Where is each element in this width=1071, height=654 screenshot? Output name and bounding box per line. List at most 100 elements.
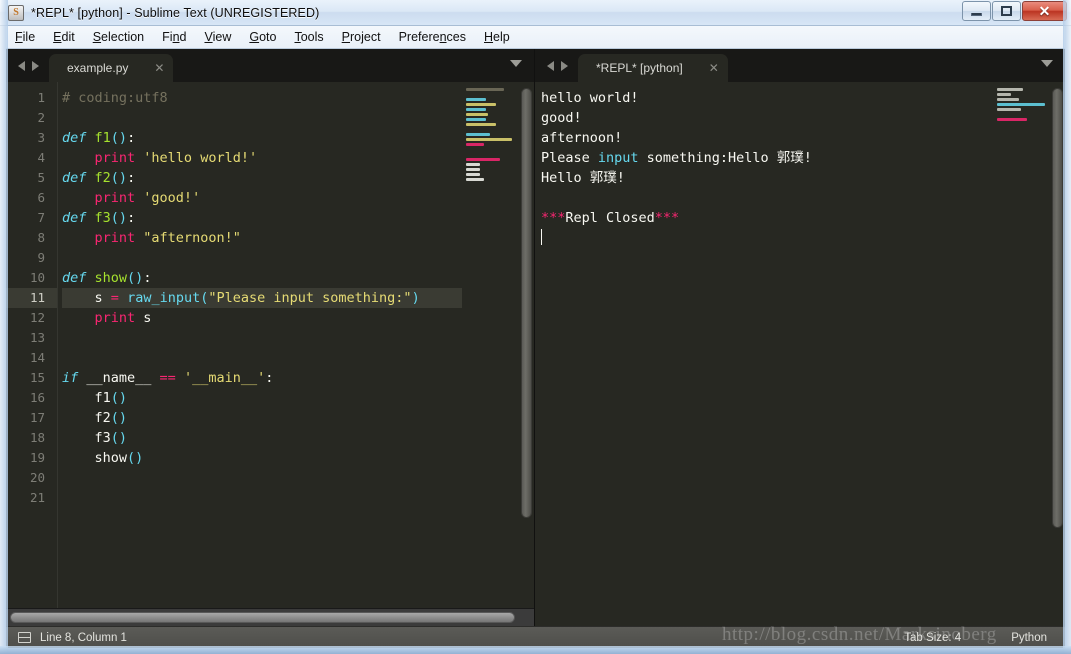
code-token: def bbox=[62, 210, 87, 226]
menu-item-help[interactable]: Help bbox=[475, 27, 519, 48]
menu-item-selection[interactable]: Selection bbox=[84, 27, 153, 48]
line-number: 9 bbox=[37, 250, 45, 265]
horizontal-scrollbar-left[interactable] bbox=[6, 608, 534, 626]
repl-line: ***Repl Closed*** bbox=[541, 208, 993, 228]
tab-list-dropdown-icon[interactable] bbox=[510, 60, 522, 67]
code-token: : bbox=[143, 270, 152, 286]
code-line: def f1(): bbox=[62, 128, 462, 148]
repl-output-area[interactable]: hello world! good! afternoon! Please input … bbox=[535, 82, 993, 626]
scrollbar-thumb[interactable] bbox=[10, 612, 515, 623]
repl-line: Please input something:Hello 郭璞! bbox=[541, 148, 993, 168]
tab-close-icon[interactable]: ✕ bbox=[683, 62, 719, 74]
minimap-line bbox=[466, 143, 484, 146]
line-number: 8 bbox=[37, 230, 45, 245]
code-token: () bbox=[127, 270, 144, 286]
pane-left: example.py ✕ 1 2 3 4 5 6 7 8 9 10 11 12 13 14 15 16 17 18… bbox=[6, 49, 535, 626]
repl-token: something:Hello 郭璞! bbox=[638, 150, 812, 166]
menu-item-goto[interactable]: Goto bbox=[240, 27, 285, 48]
editor-body-left: 1 2 3 4 5 6 7 8 9 10 11 12 13 14 15 16 17 18 19 20 21 # codi… bbox=[6, 82, 534, 608]
tab-close-icon[interactable]: ✕ bbox=[128, 62, 164, 74]
line-number: 2 bbox=[37, 110, 45, 125]
repl-token: Hello 郭璞! bbox=[541, 170, 625, 186]
code-line: f2() bbox=[62, 408, 462, 428]
line-number: 7 bbox=[37, 210, 45, 225]
minimap-line bbox=[466, 158, 500, 161]
vertical-scrollbar-left[interactable] bbox=[518, 82, 534, 608]
panel-toggle-icon[interactable] bbox=[18, 632, 31, 643]
tab-nav-left[interactable] bbox=[6, 49, 49, 82]
scrollbar-thumb[interactable] bbox=[520, 88, 532, 518]
application-window: *REPL* [python] - Sublime Text (UNREGIST… bbox=[0, 0, 1071, 654]
menu-item-file[interactable]: File bbox=[6, 27, 44, 48]
window-frame-left bbox=[0, 0, 8, 654]
maximize-button[interactable] bbox=[992, 1, 1021, 21]
minimap-line bbox=[466, 118, 486, 121]
code-token: f1 bbox=[62, 390, 111, 406]
repl-line: afternoon! bbox=[541, 128, 993, 148]
syntax-label[interactable]: Python bbox=[1011, 632, 1047, 644]
code-line: print 'hello world!' bbox=[62, 148, 462, 168]
menu-item-view[interactable]: View bbox=[195, 27, 240, 48]
code-text-area[interactable]: # coding:utf8 def f1(): print 'hello wor… bbox=[54, 82, 462, 608]
code-token: ) bbox=[411, 290, 420, 306]
tab-scroll-right-icon[interactable] bbox=[32, 60, 39, 71]
tab-size-label[interactable]: Tab Size: 4 bbox=[904, 632, 961, 644]
tab-nav-right[interactable] bbox=[535, 49, 578, 82]
close-button[interactable]: ✕ bbox=[1022, 1, 1067, 21]
minimap-line bbox=[466, 168, 480, 171]
minimap-line bbox=[997, 118, 1027, 121]
code-token: f2 bbox=[62, 410, 111, 426]
line-number: 3 bbox=[37, 130, 45, 145]
tab-scroll-left-icon[interactable] bbox=[547, 60, 554, 71]
window-frame-bottom bbox=[0, 646, 1071, 654]
scrollbar-thumb[interactable] bbox=[1051, 88, 1063, 528]
minimize-button[interactable] bbox=[962, 1, 991, 21]
tab-repl-python[interactable]: *REPL* [python] ✕ bbox=[578, 54, 728, 82]
tab-scroll-right-icon[interactable] bbox=[561, 60, 568, 71]
menu-item-edit[interactable]: Edit bbox=[44, 27, 84, 48]
window-controls: ✕ bbox=[962, 1, 1067, 21]
menu-bar: File Edit Selection Find View Goto Tools Projec… bbox=[6, 26, 1065, 49]
window-frame-right bbox=[1063, 0, 1071, 654]
tab-list-dropdown-icon[interactable] bbox=[1041, 60, 1053, 67]
code-token: : bbox=[127, 130, 136, 146]
code-token: raw_input bbox=[127, 290, 201, 306]
code-token: show bbox=[94, 270, 128, 286]
code-token: 'good!' bbox=[143, 190, 201, 206]
code-token: () bbox=[110, 410, 128, 426]
line-number: 19 bbox=[29, 450, 45, 465]
menu-item-tools[interactable]: Tools bbox=[285, 27, 332, 48]
title-bar: *REPL* [python] - Sublime Text (UNREGIST… bbox=[0, 0, 1071, 26]
window-title: *REPL* [python] - Sublime Text (UNREGIST… bbox=[31, 5, 320, 20]
minimap-line bbox=[466, 103, 496, 106]
tab-scroll-left-icon[interactable] bbox=[18, 60, 25, 71]
code-line: f3() bbox=[62, 428, 462, 448]
minimap-right[interactable] bbox=[993, 82, 1049, 626]
pane-right: *REPL* [python] ✕ hello world! good! after… bbox=[535, 49, 1065, 626]
menu-item-preferences[interactable]: Preferences bbox=[390, 27, 475, 48]
minimap-line bbox=[466, 178, 484, 181]
code-line: # coding:utf8 bbox=[62, 88, 462, 108]
code-line: def f2(): bbox=[62, 168, 462, 188]
tab-example-py[interactable]: example.py ✕ bbox=[49, 54, 174, 82]
tab-bar-right: *REPL* [python] ✕ bbox=[535, 49, 1065, 82]
editor-body-right: hello world! good! afternoon! Please input … bbox=[535, 82, 1065, 626]
line-number: 10 bbox=[29, 270, 45, 285]
minimap-line bbox=[466, 108, 486, 111]
code-token: # coding:utf8 bbox=[62, 90, 168, 106]
repl-line bbox=[541, 228, 993, 248]
menu-item-find[interactable]: Find bbox=[153, 27, 195, 48]
line-number: 4 bbox=[37, 150, 45, 165]
minimap-left[interactable] bbox=[462, 82, 518, 608]
code-token: def bbox=[62, 130, 87, 146]
menu-item-project[interactable]: Project bbox=[333, 27, 390, 48]
sublime-editor-shell: example.py ✕ 1 2 3 4 5 6 7 8 9 10 11 12 13 14 15 16 17 18… bbox=[6, 49, 1065, 648]
code-token: print bbox=[94, 230, 136, 246]
